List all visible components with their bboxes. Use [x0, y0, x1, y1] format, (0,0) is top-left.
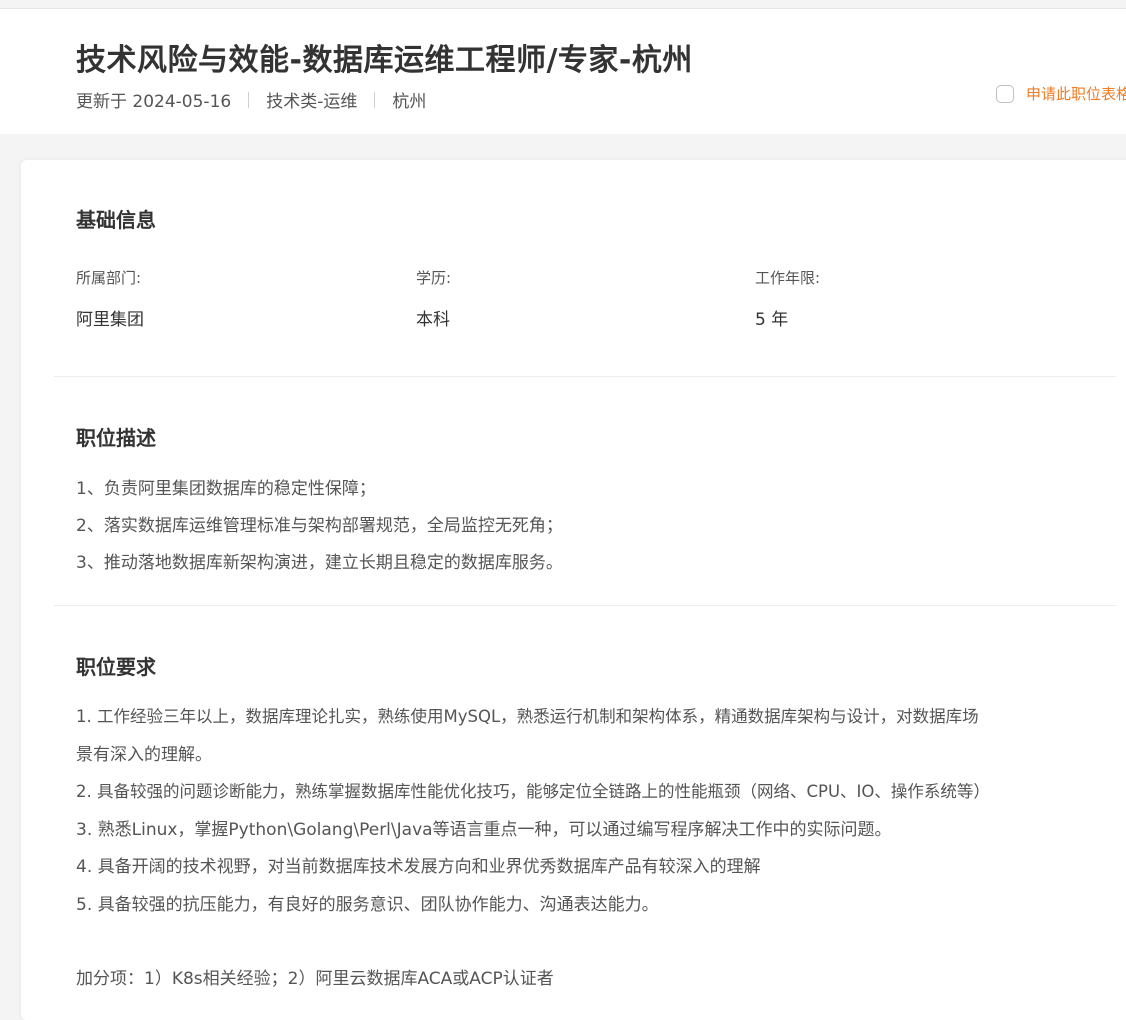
requirement-line: 4. 具备开阔的技术视野，对当前数据库技术发展方向和业界优秀数据库产品有较深入的… [76, 857, 761, 877]
department-label: 所属部门: [76, 269, 142, 287]
job-meta: 更新于 2024-05-16 技术类-运维 杭州 [76, 87, 426, 112]
department-value: 阿里集团 [76, 310, 144, 330]
meta-divider [374, 91, 376, 108]
basic-info-title: 基础信息 [76, 208, 156, 232]
experience-label: 工作年限: [755, 269, 821, 287]
requirement-line: 2. 具备较强的问题诊断能力，熟练掌握数据库性能优化技巧，能够定位全链路上的性能… [76, 782, 990, 801]
experience-value: 5 年 [755, 310, 789, 330]
apply-form-toggle[interactable]: 申请此职位表格 [996, 83, 1126, 104]
requirement-line: 3. 熟悉Linux，掌握Python\Golang\Perl\Java等语言重… [76, 820, 892, 840]
updated-date: 更新于 2024-05-16 [76, 92, 232, 112]
job-detail-card: 基础信息 所属部门: 阿里集团 学历: 本科 工作年限: 5 年 职位描述 1、… [21, 160, 1126, 1020]
apply-checkbox[interactable] [996, 84, 1014, 103]
job-city: 杭州 [392, 92, 427, 112]
requirement-line: 景有深入的理解。 [76, 745, 212, 765]
section-divider [54, 605, 1116, 606]
education-label: 学历: [416, 269, 452, 287]
top-strip [0, 0, 1126, 9]
job-title: 技术风险与效能-数据库运维工程师/专家-杭州 [76, 43, 693, 78]
requirement-line: 5. 具备较强的抗压能力，有良好的服务意识、团队协作能力、沟通表达能力。 [76, 895, 659, 915]
bonus-line: 加分项：1）K8s相关经验；2）阿里云数据库ACA或ACP认证者 [76, 969, 554, 989]
education-value: 本科 [416, 310, 450, 330]
description-line: 2、落实数据库运维管理标准与架构部署规范，全局监控无死角； [76, 516, 563, 536]
description-title: 职位描述 [76, 426, 156, 450]
job-header: 技术风险与效能-数据库运维工程师/专家-杭州 更新于 2024-05-16 技术… [0, 9, 1126, 134]
requirement-line: 1. 工作经验三年以上，数据库理论扎实，熟练使用MySQL，熟悉运行机制和架构体… [76, 707, 979, 726]
job-category: 技术类-运维 [266, 92, 358, 112]
apply-form-label[interactable]: 申请此职位表格 [1026, 83, 1126, 104]
requirements-title: 职位要求 [76, 655, 156, 679]
description-line: 3、推动落地数据库新架构演进，建立长期且稳定的数据库服务。 [76, 553, 563, 573]
section-divider [54, 376, 1116, 377]
description-line: 1、负责阿里集团数据库的稳定性保障； [76, 479, 376, 499]
meta-divider [248, 91, 250, 108]
